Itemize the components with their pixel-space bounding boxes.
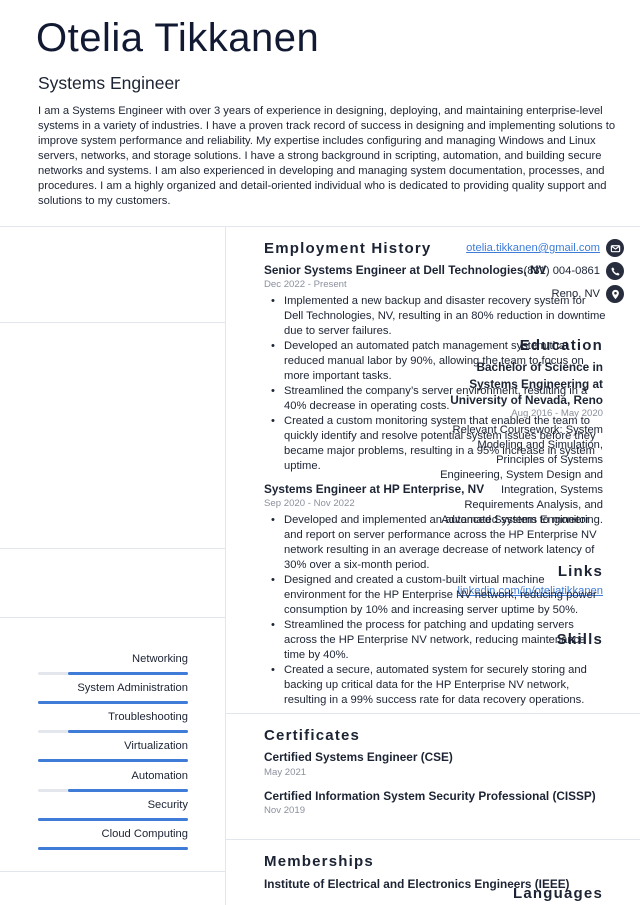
section-divider [0, 871, 225, 872]
certificates-heading: Certificates [264, 727, 361, 744]
skill-level-bar [38, 759, 188, 762]
job-title: Senior Systems Engineer at Dell Technolo… [264, 263, 547, 277]
skill-item: System Administration [38, 682, 188, 704]
job-dates: Dec 2022 - Present [264, 279, 347, 290]
skill-item: Virtualization [38, 740, 188, 762]
section-divider [226, 713, 640, 714]
section-divider [226, 839, 640, 840]
candidate-title: Systems Engineer [38, 73, 181, 93]
skill-name: Virtualization [124, 740, 188, 752]
skill-level-fill [68, 789, 188, 792]
skill-item: Automation [38, 770, 188, 792]
certificate-date: Nov 2019 [264, 805, 306, 816]
job-bullets: Implemented a new backup and disaster re… [271, 294, 606, 474]
skill-level-bar [38, 847, 188, 850]
resume-header: Otelia Tikkanen Systems Engineer I am a … [0, 0, 640, 226]
job-bullet: Implemented a new backup and disaster re… [271, 294, 606, 339]
job-bullet: Streamlined the company’s server environ… [271, 384, 606, 414]
job-bullet: Created a custom monitoring system that … [271, 414, 606, 474]
certificate-date: May 2021 [264, 767, 307, 778]
column-divider [225, 226, 226, 905]
skill-item: Networking [38, 653, 188, 675]
job-bullets: Developed and implemented an automated s… [271, 513, 606, 708]
job-bullet: Developed an automated patch management … [271, 339, 606, 384]
profile-summary: I am a Systems Engineer with over 3 year… [38, 105, 616, 207]
skill-level-fill [38, 818, 188, 821]
skill-level-bar [38, 672, 188, 675]
job-bullet: Designed and created a custom-built virt… [271, 573, 606, 618]
envelope-icon [606, 239, 624, 257]
certificate-name: Certified Systems Engineer (CSE) [264, 750, 453, 764]
skill-level-fill [38, 847, 188, 850]
job-bullet: Created a secure, automated system for s… [271, 663, 606, 708]
skill-name: Security [147, 799, 188, 811]
skill-item: Troubleshooting [38, 711, 188, 733]
memberships-heading: Memberships [264, 853, 374, 870]
section-divider [0, 548, 225, 549]
job-bullet: Developed and implemented an automated s… [271, 513, 606, 573]
phone-icon [606, 262, 624, 280]
skill-level-bar [38, 789, 188, 792]
skill-level-fill [38, 759, 188, 762]
skill-name: Troubleshooting [108, 711, 188, 723]
skill-level-bar [38, 701, 188, 704]
skill-name: System Administration [77, 682, 188, 694]
email-link[interactable]: otelia.tikkanen@gmail.com [466, 242, 600, 254]
skill-name: Networking [132, 653, 188, 665]
skill-name: Cloud Computing [101, 828, 188, 840]
section-divider [0, 322, 225, 323]
skill-level-bar [38, 818, 188, 821]
skill-item: Security [38, 799, 188, 821]
contact-email: otelia.tikkanen@gmail.com [466, 239, 624, 257]
skill-level-fill [68, 730, 188, 733]
membership-name: Institute of Electrical and Electronics … [264, 877, 570, 891]
section-divider [0, 617, 225, 618]
skill-level-fill [38, 701, 188, 704]
candidate-name: Otelia Tikkanen [36, 16, 320, 60]
certificate-name: Certified Information System Security Pr… [264, 789, 596, 803]
employment-heading: Employment History [264, 240, 432, 257]
job-title: Systems Engineer at HP Enterprise, NV [264, 482, 485, 496]
job-dates: Sep 2020 - Nov 2022 [264, 498, 355, 509]
skill-item: Cloud Computing [38, 828, 188, 850]
header-divider [0, 226, 640, 227]
skill-level-bar [38, 730, 188, 733]
skill-level-fill [68, 672, 188, 675]
job-bullet: Streamlined the process for patching and… [271, 618, 606, 663]
map-pin-icon [606, 285, 624, 303]
skill-name: Automation [131, 770, 188, 782]
